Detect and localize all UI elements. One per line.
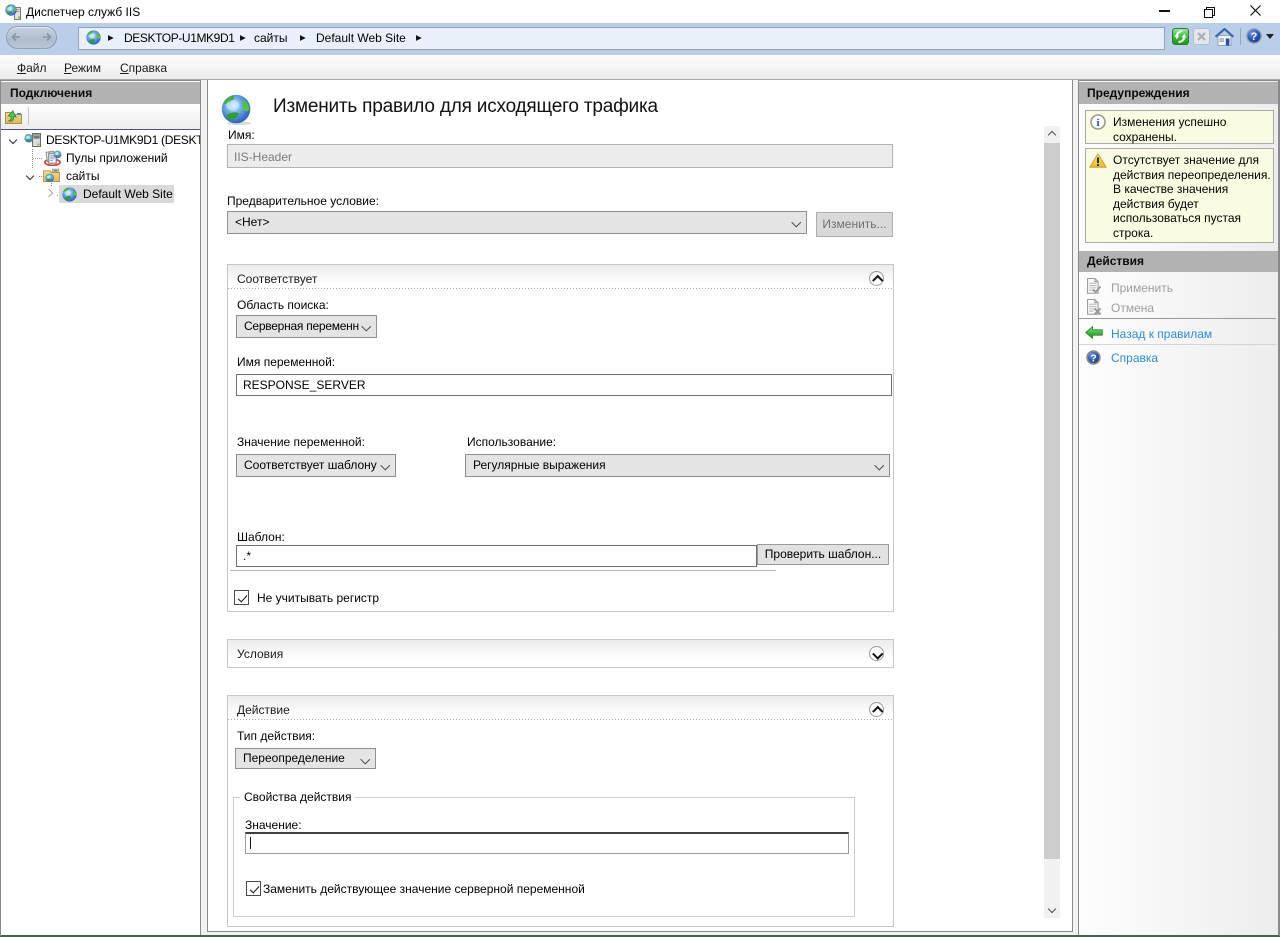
svg-text:?: ? (1090, 353, 1096, 364)
svg-text:?: ? (1251, 31, 1258, 43)
svg-text:i: i (1096, 117, 1099, 129)
